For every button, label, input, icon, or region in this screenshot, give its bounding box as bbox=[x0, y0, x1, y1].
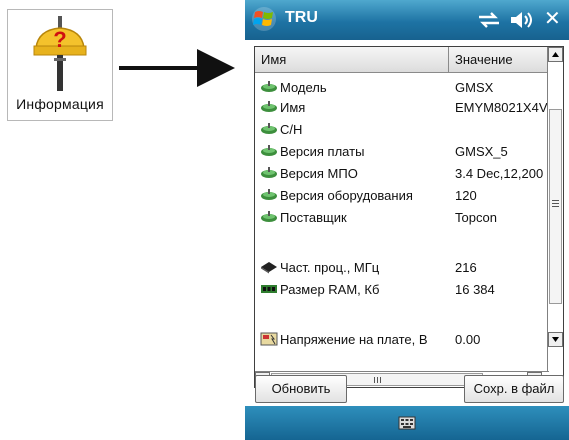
volume-icon[interactable] bbox=[509, 9, 535, 31]
table-row[interactable]: Размер RAM, Кб 16 384 bbox=[255, 279, 551, 301]
info-table: Имя Значение Модель GMSX Имя EMYM8021X4V С/Н… bbox=[254, 46, 564, 388]
table-row[interactable]: Версия платы GMSX_5 bbox=[255, 141, 551, 163]
close-icon[interactable]: ✕ bbox=[544, 6, 561, 31]
table-row[interactable]: Версия МПО 3.4 Dec,12,200 bbox=[255, 163, 551, 185]
row-name: Размер RAM, Кб bbox=[280, 282, 380, 297]
vertical-scrollbar[interactable] bbox=[547, 47, 563, 371]
row-name: С/Н bbox=[280, 122, 303, 137]
table-row[interactable]: Имя EMYM8021X4V bbox=[255, 97, 551, 119]
row-name: Версия оборудования bbox=[280, 188, 413, 203]
connectivity-icon[interactable] bbox=[477, 9, 501, 31]
information-app-tile[interactable]: ? Информация bbox=[7, 9, 113, 121]
arrow-up-icon bbox=[552, 52, 559, 57]
row-name: Напряжение на плате, В bbox=[280, 332, 428, 347]
keyboard-icon[interactable] bbox=[398, 414, 416, 432]
gps-receiver-icon bbox=[260, 210, 278, 224]
ram-module-icon bbox=[260, 282, 278, 296]
start-icon[interactable] bbox=[251, 6, 277, 32]
information-question-icon: ? bbox=[33, 16, 87, 91]
arrow-right-icon bbox=[119, 49, 235, 87]
row-value: 216 bbox=[455, 260, 477, 275]
gps-receiver-icon bbox=[260, 80, 278, 94]
row-value: Topcon bbox=[455, 210, 497, 225]
table-row[interactable]: Напряжение на плате, В 0.00 bbox=[255, 329, 551, 351]
voltage-icon bbox=[260, 332, 278, 346]
row-name: Версия МПО bbox=[280, 166, 358, 181]
gps-receiver-icon bbox=[260, 100, 278, 114]
row-value: 16 384 bbox=[455, 282, 495, 297]
row-name: Имя bbox=[280, 100, 306, 115]
gps-receiver-icon bbox=[260, 166, 278, 180]
column-header-name[interactable]: Имя bbox=[255, 47, 449, 73]
information-app-label: Информация bbox=[16, 96, 104, 112]
row-name: Модель bbox=[280, 80, 327, 95]
table-row[interactable]: Част. проц., МГц 216 bbox=[255, 257, 551, 279]
save-to-file-button[interactable]: Сохр. в файл bbox=[464, 375, 564, 403]
vertical-scroll-thumb[interactable] bbox=[549, 109, 562, 304]
refresh-button[interactable]: Обновить bbox=[255, 375, 347, 403]
table-row[interactable]: Модель GMSX bbox=[255, 77, 551, 99]
scroll-up-button[interactable] bbox=[548, 47, 563, 62]
row-value: 0.00 bbox=[455, 332, 481, 347]
row-name: Поставщик bbox=[280, 210, 347, 225]
arrow-down-icon bbox=[552, 337, 559, 342]
scroll-down-button[interactable] bbox=[548, 332, 563, 347]
table-row[interactable]: Версия оборудования 120 bbox=[255, 185, 551, 207]
gps-receiver-icon bbox=[260, 188, 278, 202]
svg-text:?: ? bbox=[53, 27, 66, 52]
app-title: TRU bbox=[285, 9, 318, 26]
gps-receiver-icon bbox=[260, 122, 278, 136]
gps-receiver-icon bbox=[260, 144, 278, 158]
cpu-chip-icon bbox=[260, 260, 278, 274]
row-value: GMSX bbox=[455, 80, 494, 95]
bottom-menu-bar bbox=[245, 406, 569, 440]
row-name: Версия платы bbox=[280, 144, 365, 159]
row-value: EMYM8021X4V bbox=[455, 100, 548, 115]
row-value: 120 bbox=[455, 188, 477, 203]
column-header-value[interactable]: Значение bbox=[449, 47, 548, 73]
row-name: Част. проц., МГц bbox=[280, 260, 380, 275]
row-value: 3.4 Dec,12,200 bbox=[455, 166, 544, 181]
device-screen: TRU ✕ Имя Значение Модель GMSX Имя EMYM8021… bbox=[245, 0, 569, 440]
table-row[interactable]: С/Н bbox=[255, 119, 551, 141]
title-bar: TRU ✕ bbox=[245, 0, 569, 40]
table-row[interactable]: Поставщик Topcon bbox=[255, 207, 551, 229]
row-value: GMSX_5 bbox=[455, 144, 508, 159]
